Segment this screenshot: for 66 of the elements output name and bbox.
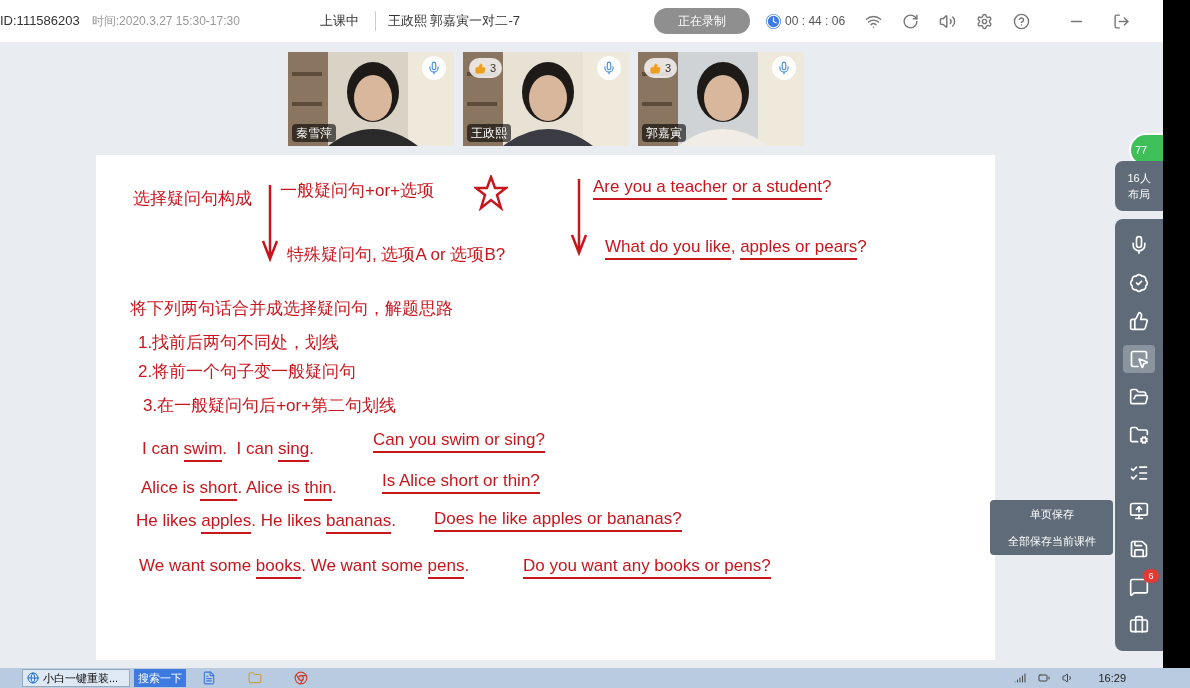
class-timer: 00 : 44 : 06 <box>785 13 846 30</box>
class-id: ID:111586203 <box>0 12 80 31</box>
star-icon <box>474 175 508 211</box>
likes-count: 3 <box>490 60 497 76</box>
handwritten-text: What do you like, apples or pears? <box>605 235 867 259</box>
folder-icon <box>1129 387 1149 407</box>
notification-badge: 6 <box>1143 569 1159 583</box>
badge-check-icon <box>1129 273 1149 293</box>
microphone-icon <box>1129 235 1149 255</box>
likes-count: 3 <box>665 60 672 76</box>
class-time: 时间:2020.3.27 15:30-17:30 <box>91 13 240 30</box>
handwritten-text: 2.将前一个句子变一般疑问句 <box>138 361 357 383</box>
handwritten-text: 一般疑问句+or+选项 <box>280 180 434 202</box>
menu-item[interactable]: 全部保存当前课件 <box>1007 532 1096 549</box>
tool-button[interactable] <box>1123 345 1155 373</box>
microphone-icon <box>602 61 616 75</box>
screen-share-icon <box>1129 501 1149 521</box>
pointer-icon <box>1129 349 1149 369</box>
down-arrow-icon <box>569 177 589 257</box>
exit-icon[interactable] <box>1113 12 1131 30</box>
briefcase-icon <box>1129 615 1149 635</box>
handwritten-text: 选择疑问句构成 <box>133 188 252 210</box>
browser-icon[interactable] <box>294 671 308 685</box>
browser-icon <box>27 672 39 684</box>
participant-name: 郭嘉寅 <box>642 124 686 142</box>
search-button[interactable]: 搜索一下 <box>134 669 186 687</box>
class-status: 上课中 <box>319 12 359 31</box>
clock-icon <box>766 13 782 29</box>
handwritten-text: I can swim. I can sing. <box>142 437 314 461</box>
handwritten-text: Does he like apples or bananas? <box>434 507 682 531</box>
volume-icon[interactable] <box>939 12 957 30</box>
thumbs-up-icon <box>1129 311 1149 331</box>
handwritten-text: Are you a teacher or a student? <box>593 175 832 199</box>
help-icon[interactable] <box>1013 12 1031 30</box>
recording-button[interactable]: 正在录制 <box>654 8 751 34</box>
thumbs-up-icon <box>650 62 661 74</box>
layout-button[interactable]: 16人布局 <box>1115 161 1163 211</box>
document-icon[interactable] <box>202 671 216 685</box>
handwritten-text: Alice is short. Alice is thin. <box>141 476 337 500</box>
class-title: 王政熙 郭嘉寅一对二-7 <box>374 11 521 31</box>
battery-icon <box>1038 672 1051 684</box>
handwritten-text: Can you swim or sing? <box>373 428 545 452</box>
handwritten-text: Do you want any books or pens? <box>523 554 771 578</box>
microphone-icon <box>777 61 791 75</box>
handwritten-text: 1.找前后两句不同处，划线 <box>138 332 340 354</box>
handwritten-text: He likes apples. He likes bananas. <box>136 509 396 533</box>
folder-gear-icon <box>1129 425 1149 445</box>
taskbar-clock: 16:29 <box>1098 670 1126 686</box>
handwritten-text: Is Alice short or thin? <box>382 469 540 493</box>
list-icon <box>1129 463 1149 483</box>
down-arrow-icon <box>260 183 280 263</box>
handwritten-text: 特殊疑问句, 选项A or 选项B? <box>287 244 506 266</box>
microphone-icon <box>427 61 441 75</box>
save-icon <box>1129 539 1149 559</box>
handwritten-text: 将下列两句话合并成选择疑问句，解题思路 <box>130 298 453 320</box>
refresh-icon[interactable] <box>902 12 920 30</box>
handwritten-text: 3.在一般疑问句后+or+第二句划线 <box>143 395 397 417</box>
thumbs-up-icon <box>475 62 486 74</box>
participant-name: 秦雪萍 <box>292 124 336 142</box>
participant-name: 王政熙 <box>467 124 511 142</box>
settings-icon[interactable] <box>976 12 994 30</box>
signal-icon <box>1014 672 1027 684</box>
menu-item[interactable]: 单页保存 <box>1029 506 1074 523</box>
chat-icon <box>1129 577 1149 597</box>
handwritten-text: We want some books. We want some pens. <box>139 554 470 578</box>
taskbar-window[interactable]: 小白一键重装... <box>22 669 130 687</box>
